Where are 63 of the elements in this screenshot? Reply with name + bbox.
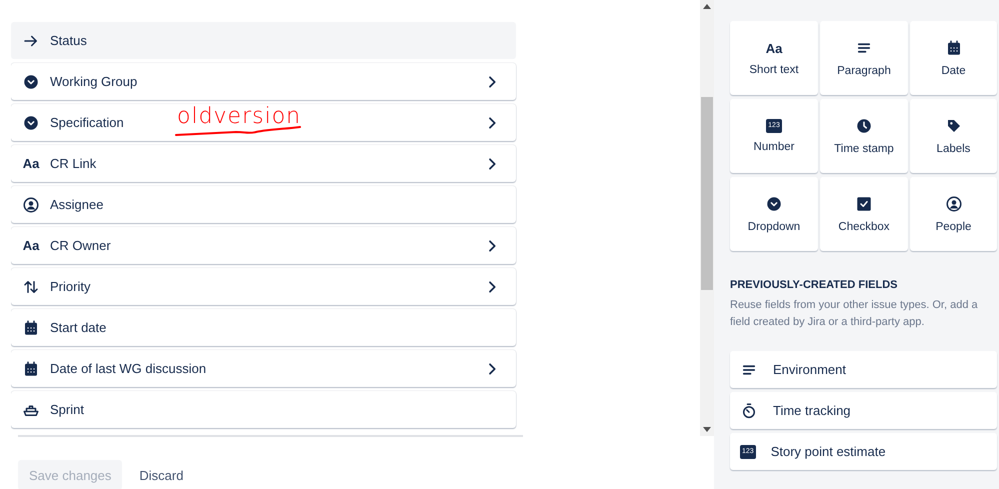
field-type-label: Number <box>754 141 794 153</box>
field-type-label: Dropdown <box>748 221 800 233</box>
field-label: Environment <box>773 362 847 377</box>
field-label: CR Link <box>50 156 98 171</box>
field-label: Assignee <box>50 197 104 212</box>
field-label: Story point estimate <box>770 444 887 459</box>
field-row[interactable]: Sprint <box>11 391 516 428</box>
field-row[interactable]: Specification oldversion <box>11 104 516 141</box>
section-description: Reuse fields from your other issue types. Or, add a field created by Jira or a third-party app. <box>730 298 979 330</box>
field-row[interactable]: Aa CR Link <box>11 145 516 182</box>
scroll-down-icon[interactable] <box>703 427 711 432</box>
field-label: Priority <box>50 279 92 294</box>
field-label: Specification <box>50 115 125 130</box>
field-label: Working Group <box>50 74 138 89</box>
section-heading: PREVIOUSLY-CREATED FIELDS <box>730 279 898 291</box>
handwritten-note: oldversion <box>177 105 302 129</box>
dropdown-icon <box>22 72 40 90</box>
field-row[interactable]: Assignee <box>11 186 516 223</box>
field-type-tile[interactable]: Checkbox <box>820 177 908 251</box>
clock-icon <box>855 117 873 135</box>
calendar-icon <box>22 360 40 378</box>
field-type-label: Paragraph <box>837 65 891 77</box>
stopwatch-icon <box>740 402 758 420</box>
field-type-label: Time stamp <box>834 143 894 155</box>
field-type-tile[interactable]: Aa Short text <box>730 21 818 95</box>
scrollbar[interactable] <box>700 0 714 436</box>
field-type-tile[interactable]: Labels <box>910 99 997 173</box>
field-type-label: Labels <box>936 143 970 155</box>
field-row[interactable]: Aa CR Owner <box>11 227 516 264</box>
field-card[interactable]: Environment <box>730 351 997 388</box>
field-type-tile[interactable]: Date <box>910 21 997 95</box>
dropdown-icon <box>22 114 40 132</box>
field-card[interactable]: Time tracking <box>730 392 997 429</box>
field-type-tile[interactable]: Time stamp <box>820 99 908 173</box>
field-label: Date of last WG discussion <box>50 361 208 376</box>
field-row[interactable]: Start date <box>11 309 516 346</box>
person-icon <box>944 195 962 213</box>
scroll-up-icon[interactable] <box>703 4 711 9</box>
scrollbar-thumb[interactable] <box>701 97 713 290</box>
field-type-tile[interactable]: Paragraph <box>820 21 908 95</box>
field-label: Time tracking <box>773 403 852 418</box>
field-type-tile[interactable]: People <box>910 177 997 251</box>
field-type-label: Checkbox <box>838 221 890 233</box>
field-type-label: Short text <box>749 64 799 76</box>
field-label: Sprint <box>50 402 85 417</box>
field-label: CR Owner <box>50 238 112 253</box>
field-row[interactable]: Priority <box>11 268 516 305</box>
dropdown-icon <box>765 195 783 213</box>
text-type-icon: Aa <box>22 156 40 171</box>
text-type-icon: Aa <box>22 238 40 253</box>
text-type-icon: Aa <box>765 40 783 56</box>
discard-button[interactable]: Discard <box>128 460 194 489</box>
field-label: Start date <box>50 320 108 335</box>
field-row[interactable]: Working Group <box>11 63 516 100</box>
field-type-label: Date <box>941 65 966 77</box>
field-type-label: People <box>936 221 972 233</box>
checkbox-icon <box>855 195 873 213</box>
field-row[interactable]: Status <box>11 22 516 59</box>
calendar-icon <box>22 318 40 336</box>
field-label: Status <box>50 33 88 48</box>
person-icon <box>22 196 40 214</box>
field-type-tile[interactable]: Dropdown <box>730 177 818 251</box>
field-row[interactable]: Date of last WG discussion <box>11 350 516 387</box>
